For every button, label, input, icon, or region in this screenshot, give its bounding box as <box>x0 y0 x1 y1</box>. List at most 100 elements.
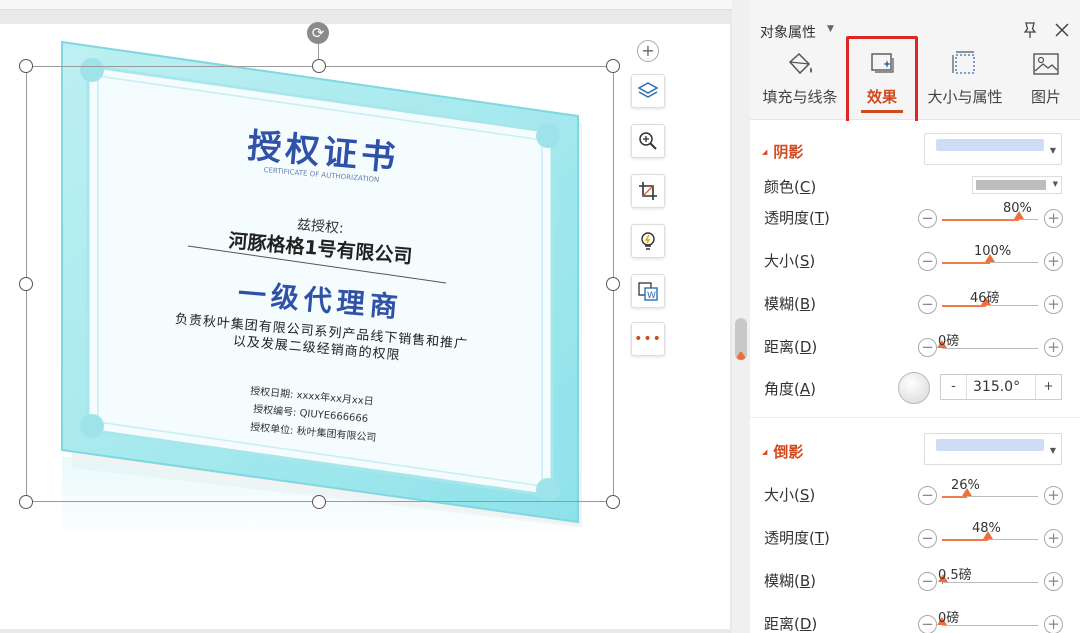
shadow-angle-label: 角度(A) <box>764 380 816 398</box>
shadow-increase-button[interactable]: + <box>1044 209 1063 228</box>
crop-icon <box>639 182 657 200</box>
lightbulb-icon <box>641 232 655 250</box>
chevron-down-icon: ▼ <box>1052 180 1058 188</box>
shadow-increase-button[interactable]: + <box>1044 338 1063 357</box>
shadow-value: 100% <box>974 244 1012 259</box>
resize-handle-right[interactable] <box>606 277 620 291</box>
idea-button[interactable] <box>631 224 665 258</box>
reflection-row-label: 距离(D) <box>764 615 818 633</box>
resize-handle-left[interactable] <box>19 277 33 291</box>
reflection-slider-fill <box>942 539 988 541</box>
zoom-button[interactable] <box>631 124 665 158</box>
slide-canvas: 授权证书 CERTIFICATE OF AUTHORIZATION 兹授权: 河… <box>0 0 732 633</box>
rotate-handle-icon[interactable]: ⟳ <box>307 22 329 44</box>
reflection-preset-dropdown[interactable]: ▼ <box>924 433 1062 465</box>
shadow-decrease-button[interactable]: − <box>918 295 937 314</box>
resize-handle-top-left[interactable] <box>19 59 33 73</box>
reflection-value: 26% <box>951 478 980 493</box>
crop-button[interactable] <box>631 174 665 208</box>
reflection-increase-button[interactable]: + <box>1044 486 1063 505</box>
shadow-color-swatch <box>976 180 1046 190</box>
reflection-increase-button[interactable]: + <box>1044 615 1063 633</box>
pin-icon[interactable] <box>1020 20 1040 40</box>
layers-icon <box>637 82 659 98</box>
section-divider <box>750 417 1080 418</box>
collapse-triangle-icon: ◢ <box>762 448 768 456</box>
tab-label: 大小与属性 <box>927 88 1003 106</box>
panel-header: 对象属性 ▼ 填充与线条 效果 大小与属性 图片 <box>750 0 1080 136</box>
shadow-color-picker[interactable]: ▼ <box>972 176 1062 194</box>
angle-value[interactable]: 315.0° <box>973 379 1020 395</box>
scrollbar-thumb[interactable] <box>735 318 747 360</box>
shadow-row-label: 透明度(T) <box>764 209 830 227</box>
shadow-slider-track[interactable] <box>942 254 1038 264</box>
shadow-row-label: 大小(S) <box>764 252 816 270</box>
reflection-section-title[interactable]: ◢ 倒影 <box>762 441 803 462</box>
reflection-slider-track[interactable] <box>942 531 1038 541</box>
top-ruler <box>0 0 732 10</box>
resize-handle-bottom-right[interactable] <box>606 495 620 509</box>
picture-to-word-icon: W <box>638 282 658 301</box>
shadow-color-label: 颜色(C) <box>764 178 817 196</box>
convert-button[interactable]: W <box>631 274 665 308</box>
more-icon: ••• <box>634 331 662 347</box>
shadow-preset-swatch <box>936 139 1044 151</box>
fill-bucket-icon <box>788 52 812 75</box>
reflection-preset-swatch <box>936 439 1044 451</box>
shadow-row-label: 模糊(B) <box>764 295 817 313</box>
reflection-row-label: 大小(S) <box>764 486 816 504</box>
chevron-down-icon: ▼ <box>1049 146 1056 155</box>
shadow-increase-button[interactable]: + <box>1044 295 1063 314</box>
reflection-slider-track[interactable] <box>942 488 1038 498</box>
shadow-preset-dropdown[interactable]: ▼ <box>924 133 1062 165</box>
reflection-decrease-button[interactable]: − <box>918 529 937 548</box>
panel-title[interactable]: 对象属性 <box>760 22 816 42</box>
resize-handle-bottom-left[interactable] <box>19 495 33 509</box>
canvas-scrollbar[interactable] <box>732 0 750 633</box>
more-button[interactable]: ••• <box>631 322 665 356</box>
add-icon[interactable]: + <box>637 40 659 62</box>
shadow-slider-fill <box>942 219 1019 221</box>
layers-button[interactable] <box>631 74 665 108</box>
tab-fill-and-line[interactable]: 填充与线条 <box>760 46 840 116</box>
shadow-slider-track[interactable] <box>942 211 1038 221</box>
size-icon <box>952 51 975 74</box>
shadow-decrease-button[interactable]: − <box>918 209 937 228</box>
reflection-value: 48% <box>972 521 1001 536</box>
reflection-decrease-button[interactable]: − <box>918 615 937 633</box>
certificate-image[interactable]: 授权证书 CERTIFICATE OF AUTHORIZATION 兹授权: 河… <box>58 38 582 530</box>
collapse-triangle-icon: ◢ <box>762 148 768 156</box>
angle-increase-button[interactable]: + <box>1035 375 1061 399</box>
svg-text:W: W <box>647 291 656 301</box>
zoom-icon <box>639 132 657 150</box>
tab-label: 图片 <box>1030 88 1061 106</box>
resize-handle-bottom[interactable] <box>312 495 326 509</box>
shadow-value: 46磅 <box>970 291 1000 306</box>
close-icon[interactable] <box>1052 20 1072 40</box>
reflection-increase-button[interactable]: + <box>1044 529 1063 548</box>
shadow-increase-button[interactable]: + <box>1044 252 1063 271</box>
tab-label: 填充与线条 <box>762 88 838 106</box>
shadow-row-label: 距离(D) <box>764 338 818 356</box>
tab-size-and-properties[interactable]: 大小与属性 <box>922 46 1008 116</box>
reflection-decrease-button[interactable]: − <box>918 572 937 591</box>
shadow-section-title[interactable]: ◢ 阴影 <box>762 141 803 162</box>
shadow-decrease-button[interactable]: − <box>918 252 937 271</box>
reflection-row-label: 模糊(B) <box>764 572 817 590</box>
reflection-row-label: 透明度(T) <box>764 529 830 547</box>
app-window: 授权证书 CERTIFICATE OF AUTHORIZATION 兹授权: 河… <box>0 0 1080 633</box>
angle-spinbox[interactable]: - 315.0° + <box>940 374 1062 400</box>
reflection-decrease-button[interactable]: − <box>918 486 937 505</box>
reflection-increase-button[interactable]: + <box>1044 572 1063 591</box>
resize-handle-top[interactable] <box>312 59 326 73</box>
angle-dial[interactable] <box>898 372 930 404</box>
reflection-value: 0.5磅 <box>938 568 972 583</box>
tab-picture[interactable]: 图片 <box>1020 46 1072 116</box>
shadow-decrease-button[interactable]: − <box>918 338 937 357</box>
shadow-value: 80% <box>1003 201 1032 216</box>
angle-decrease-button[interactable]: - <box>941 375 967 399</box>
chevron-down-icon[interactable]: ▼ <box>827 24 834 34</box>
resize-handle-top-right[interactable] <box>606 59 620 73</box>
effects-settings: ◢ 阴影 ▼ 颜色(C) ▼ 透明度(T) − 80% + 大小(S) − 100% + 模糊(B… <box>750 121 1080 633</box>
reflection-value: 0磅 <box>938 611 960 626</box>
